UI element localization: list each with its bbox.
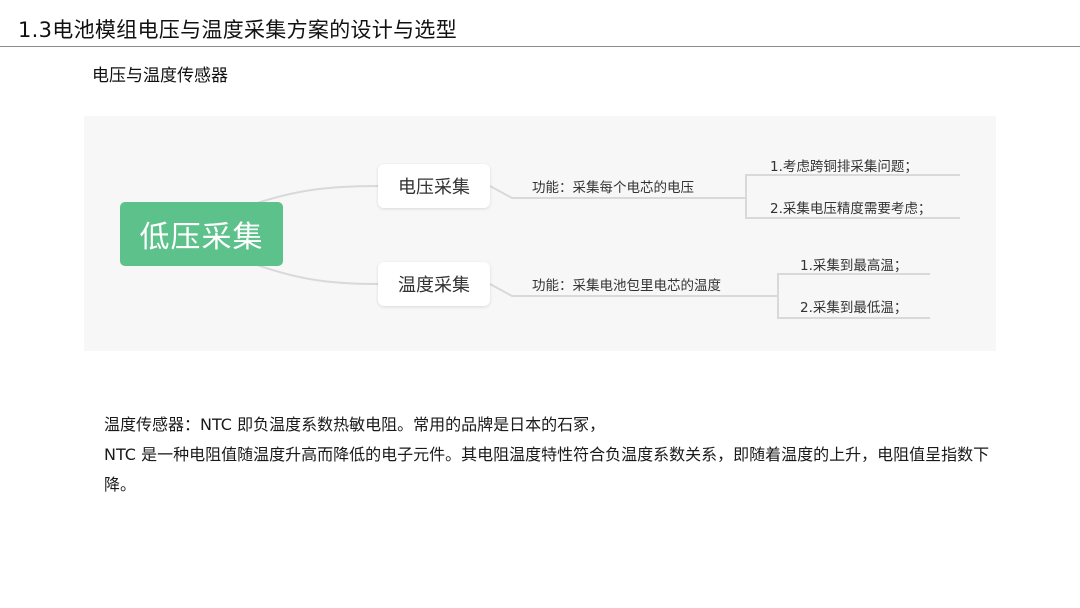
root-node: 低压采集: [120, 202, 283, 266]
branch-node-temperature: 温度采集: [378, 262, 490, 306]
description-line-2: NTC 是一种电阻值随温度升高而降低的电子元件。其电阻温度特性符合负温度系数关系…: [104, 445, 990, 494]
temperature-leaf-1: 1.采集到最高温；: [800, 258, 908, 274]
temperature-leaf-2: 2.采集到最低温；: [800, 300, 908, 316]
section-heading: 电压与温度传感器: [92, 66, 228, 86]
title-divider: [0, 46, 1080, 47]
voltage-leaf-2: 2.采集电压精度需要考虑；: [770, 201, 932, 217]
voltage-function-label: 功能：采集每个电芯的电压: [532, 180, 694, 196]
description-text: 温度传感器：NTC 即负温度系数热敏电阻。常用的品牌是日本的石冢， NTC 是一…: [104, 410, 1004, 500]
mindmap-diagram: 低压采集 电压采集 温度采集 功能：采集每个电芯的电压 功能：采集电池包里电芯的…: [84, 116, 996, 351]
voltage-leaf-1: 1.考虑跨铜排采集问题；: [770, 159, 918, 175]
connector-root-temperature: [253, 263, 379, 285]
description-line-1: 温度传感器：NTC 即负温度系数热敏电阻。常用的品牌是日本的石冢，: [104, 415, 606, 434]
branch-node-voltage: 电压采集: [378, 164, 490, 208]
page-title: 1.3电池模组电压与温度采集方案的设计与选型: [18, 18, 457, 42]
temperature-function-label: 功能：采集电池包里电芯的温度: [532, 278, 721, 294]
